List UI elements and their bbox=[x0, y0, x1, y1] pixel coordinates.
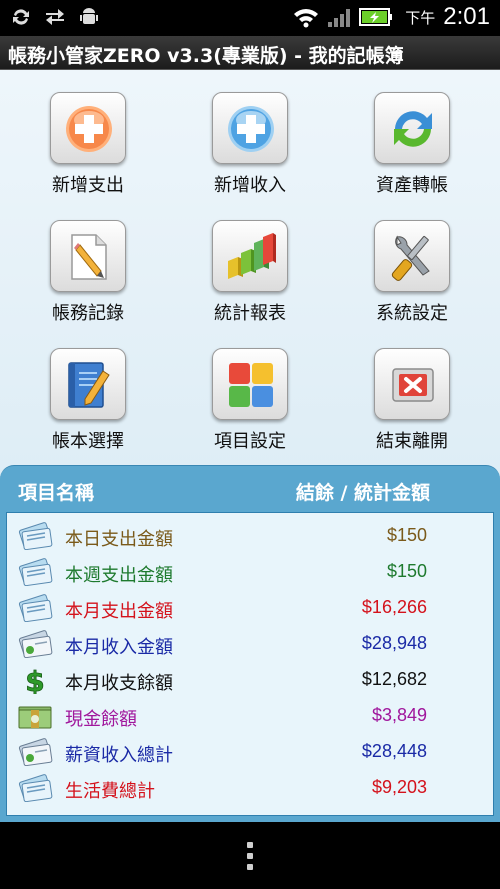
category-settings-button[interactable]: 項目設定 bbox=[175, 328, 325, 452]
add-income-icon-button[interactable] bbox=[212, 92, 288, 164]
summary-row-value: $3,849 bbox=[371, 705, 427, 725]
summary-row-label: 本月支出金額 bbox=[65, 601, 173, 622]
app-title: 帳務小管家ZERO v3.3(專業版) - 我的記帳簿 bbox=[8, 45, 404, 67]
exit-label: 結束離開 bbox=[376, 431, 448, 452]
signal-icon bbox=[328, 9, 351, 27]
records-icon-button[interactable] bbox=[50, 220, 126, 292]
summary-panel: 項目名稱 結餘 / 統計金額 本日支出金額 $150 本週支出金額 $150 本… bbox=[0, 465, 500, 822]
expense-card-icon bbox=[18, 522, 53, 550]
summary-row-value: $28,948 bbox=[361, 633, 427, 653]
add-expense-icon bbox=[66, 106, 112, 152]
android-debug-icon bbox=[80, 8, 98, 24]
summary-row-cash-balance[interactable]: 現金餘額 $3,849 bbox=[7, 698, 493, 734]
summary-row-value: $16,266 bbox=[361, 597, 427, 617]
exit-icon-button[interactable] bbox=[374, 348, 450, 420]
add-expense-button[interactable]: 新增支出 bbox=[13, 72, 163, 196]
summary-row-value: $150 bbox=[386, 561, 427, 581]
category-settings-label: 項目設定 bbox=[214, 431, 286, 452]
add-expense-icon-button[interactable] bbox=[50, 92, 126, 164]
expense-card-icon bbox=[18, 594, 53, 622]
settings-icon bbox=[391, 235, 430, 281]
dollar-sign-icon: $ bbox=[25, 666, 45, 694]
statistics-button[interactable]: 統計報表 bbox=[175, 200, 325, 324]
settings-icon-button[interactable] bbox=[374, 220, 450, 292]
status-bar-system: 下午 2:01 bbox=[293, 3, 490, 31]
chart-icon bbox=[228, 233, 276, 279]
exit-button[interactable]: 結束離開 bbox=[337, 328, 487, 452]
svg-text:$: $ bbox=[25, 666, 44, 694]
summary-row-weekly-expense[interactable]: 本週支出金額 $150 bbox=[7, 554, 493, 590]
book-select-label: 帳本選擇 bbox=[52, 431, 124, 452]
summary-list: 本日支出金額 $150 本週支出金額 $150 本月支出金額 $16,266 本… bbox=[6, 512, 494, 816]
records-icon bbox=[71, 234, 107, 280]
status-bar: 下午 2:01 bbox=[0, 0, 500, 36]
summary-row-monthly-balance[interactable]: $ 本月收支餘額 $12,682 bbox=[7, 662, 493, 698]
summary-row-monthly-expense[interactable]: 本月支出金額 $16,266 bbox=[7, 590, 493, 626]
category-settings-icon-button[interactable] bbox=[212, 348, 288, 420]
clock-ampm: 下午 bbox=[405, 8, 436, 27]
summary-row-label: 本月收入金額 bbox=[65, 637, 173, 658]
wifi-icon bbox=[294, 9, 319, 28]
book-icon bbox=[68, 362, 110, 408]
status-bar-notifications bbox=[10, 6, 100, 28]
category-icon bbox=[229, 363, 273, 407]
summary-row-label: 本週支出金額 bbox=[65, 565, 173, 586]
summary-row-label: 薪資收入總計 bbox=[65, 745, 173, 766]
statistics-icon-button[interactable] bbox=[212, 220, 288, 292]
expense-card-icon bbox=[18, 558, 53, 586]
summary-row-label: 本月收支餘額 bbox=[65, 673, 173, 694]
summary-row-monthly-income[interactable]: 本月收入金額 $28,948 bbox=[7, 626, 493, 662]
add-expense-label: 新增支出 bbox=[52, 175, 124, 196]
transfer-icon-button[interactable] bbox=[374, 92, 450, 164]
summary-row-value: $150 bbox=[386, 525, 427, 545]
expense-card-icon bbox=[18, 774, 53, 802]
exit-icon bbox=[392, 368, 434, 402]
main-screen: 新增支出 新增收入 資產轉帳 帳務記錄 統計報表 系統設定 帳本選擇 項目設定 … bbox=[0, 70, 500, 822]
summary-row-label: 本日支出金額 bbox=[65, 529, 173, 550]
sync-icon bbox=[13, 9, 29, 25]
summary-row-living-expense[interactable]: 生活費總計 $9,203 bbox=[7, 770, 493, 806]
settings-button[interactable]: 系統設定 bbox=[337, 200, 487, 324]
statistics-label: 統計報表 bbox=[214, 303, 286, 324]
navigation-bar bbox=[0, 822, 500, 889]
summary-header-value: 結餘 / 統計金額 bbox=[295, 482, 430, 504]
book-select-button[interactable]: 帳本選擇 bbox=[13, 328, 163, 452]
records-button[interactable]: 帳務記錄 bbox=[13, 200, 163, 324]
cash-icon bbox=[18, 706, 52, 729]
clock: 2:01 bbox=[443, 3, 490, 30]
overflow-menu-icon[interactable] bbox=[246, 842, 254, 872]
transfer-icon bbox=[394, 111, 432, 147]
summary-header: 項目名稱 結餘 / 統計金額 bbox=[0, 466, 500, 512]
summary-row-value: $12,682 bbox=[361, 669, 427, 689]
transfer-button[interactable]: 資產轉帳 bbox=[337, 72, 487, 196]
summary-header-item: 項目名稱 bbox=[18, 482, 95, 504]
title-bar: 帳務小管家ZERO v3.3(專業版) - 我的記帳簿 bbox=[0, 36, 500, 70]
add-income-label: 新增收入 bbox=[214, 175, 286, 196]
records-label: 帳務記錄 bbox=[52, 303, 124, 324]
summary-row-value: $28,448 bbox=[361, 741, 427, 761]
add-income-button[interactable]: 新增收入 bbox=[175, 72, 325, 196]
transfer-label: 資產轉帳 bbox=[376, 175, 448, 196]
battery-charging-icon bbox=[359, 8, 393, 26]
summary-row-value: $9,203 bbox=[371, 777, 427, 797]
summary-row-daily-expense[interactable]: 本日支出金額 $150 bbox=[7, 518, 493, 554]
settings-label: 系統設定 bbox=[376, 303, 448, 324]
summary-row-label: 生活費總計 bbox=[65, 781, 155, 802]
income-card-icon bbox=[18, 738, 53, 766]
book-select-icon-button[interactable] bbox=[50, 348, 126, 420]
summary-row-label: 現金餘額 bbox=[65, 709, 137, 730]
summary-row-salary-income[interactable]: 薪資收入總計 $28,448 bbox=[7, 734, 493, 770]
income-card-icon bbox=[18, 630, 53, 658]
data-transfer-icon bbox=[46, 9, 64, 25]
add-income-icon bbox=[228, 106, 274, 152]
